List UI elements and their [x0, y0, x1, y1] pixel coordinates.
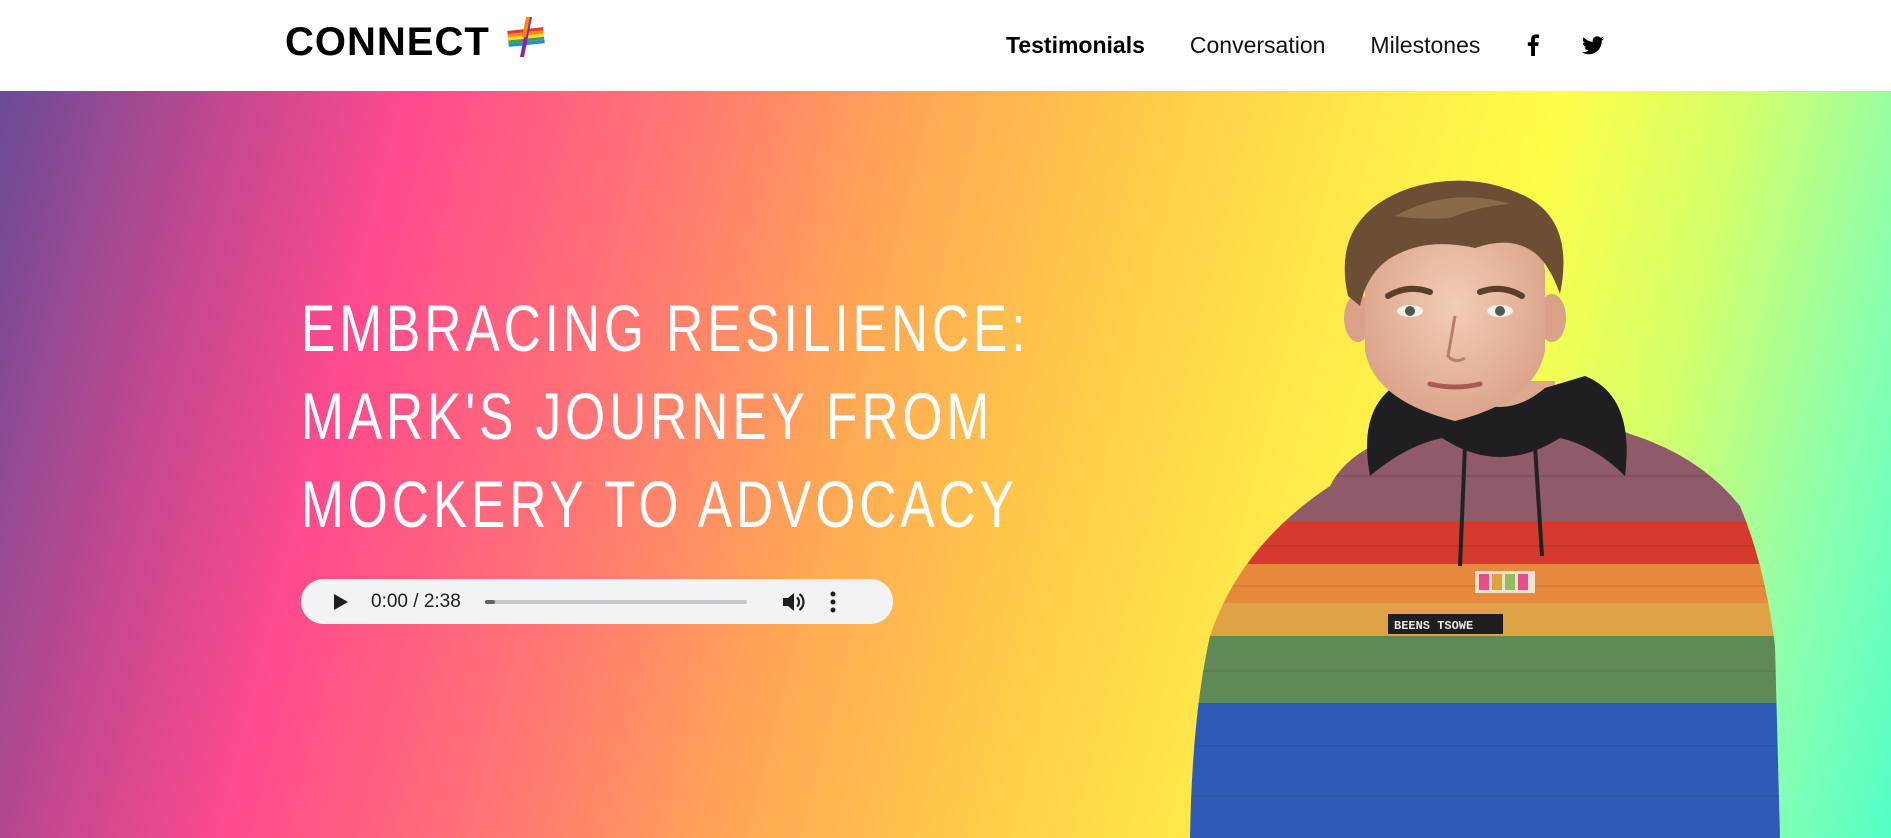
nav-conversation[interactable]: Conversation [1190, 27, 1326, 63]
twitter-icon[interactable] [1580, 27, 1606, 63]
hero-title: EMBRACING RESILIENCE: MARK'S JOURNEY FRO… [301, 284, 1030, 548]
sweater-patch-text: BEENS TSOWE [1394, 619, 1473, 633]
nav-milestones[interactable]: Milestones [1370, 27, 1480, 63]
hero-title-line: EMBRACING RESILIENCE: [301, 291, 1030, 365]
more-vert-icon[interactable] [825, 589, 841, 615]
hero-title-line: MARK'S JOURNEY FROM [301, 379, 994, 453]
rainbow-plus-icon [507, 16, 545, 57]
logo[interactable]: CONNECT [285, 16, 548, 65]
site-header: CONNECT Testimonials Conversation Milest… [0, 0, 1891, 91]
play-icon[interactable] [331, 592, 351, 612]
hero-title-line: MOCKERY TO ADVOCACY [301, 467, 1018, 541]
audio-progress-bar[interactable] [484, 599, 747, 604]
audio-progress-fill [484, 599, 496, 604]
logo-text: CONNECT [285, 20, 490, 64]
portrait-image: BEENS TSOWE [1190, 180, 1780, 838]
main-nav: Testimonials Conversation Milestones [1006, 27, 1606, 63]
volume-icon[interactable] [781, 589, 807, 615]
hero-section: EMBRACING RESILIENCE: MARK'S JOURNEY FRO… [0, 91, 1891, 838]
facebook-icon[interactable] [1520, 27, 1546, 63]
audio-player[interactable]: 0:00 / 2:38 [301, 579, 893, 624]
nav-testimonials[interactable]: Testimonials [1006, 27, 1145, 63]
audio-time: 0:00 / 2:38 [371, 590, 461, 612]
